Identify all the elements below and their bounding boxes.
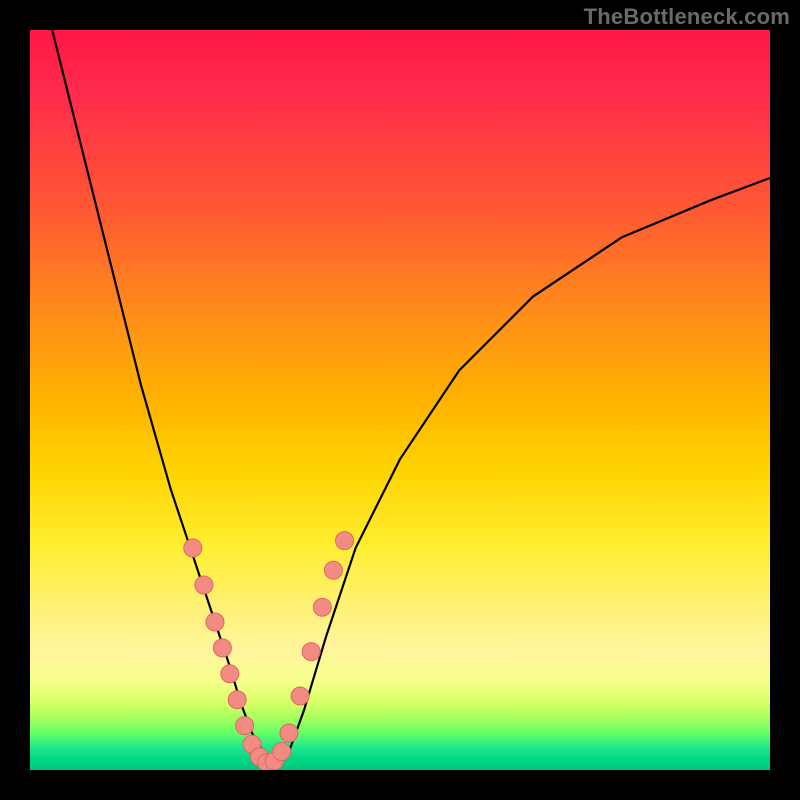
highlight-dot bbox=[213, 639, 231, 657]
highlight-dots-group bbox=[184, 532, 354, 770]
highlight-dot bbox=[302, 643, 320, 661]
highlight-dot bbox=[228, 691, 246, 709]
highlight-dot bbox=[313, 598, 331, 616]
highlight-dot bbox=[336, 532, 354, 550]
highlight-dot bbox=[324, 561, 342, 579]
highlight-dot bbox=[184, 539, 202, 557]
highlight-dot bbox=[273, 743, 291, 761]
highlight-dot bbox=[236, 717, 254, 735]
highlight-dot bbox=[221, 665, 239, 683]
highlight-dot bbox=[280, 724, 298, 742]
bottleneck-curve-path bbox=[52, 30, 770, 763]
plot-area bbox=[30, 30, 770, 770]
watermark-text: TheBottleneck.com bbox=[584, 4, 790, 30]
highlight-dot bbox=[291, 687, 309, 705]
highlight-dot bbox=[206, 613, 224, 631]
chart-svg bbox=[30, 30, 770, 770]
chart-frame: TheBottleneck.com bbox=[0, 0, 800, 800]
highlight-dot bbox=[195, 576, 213, 594]
